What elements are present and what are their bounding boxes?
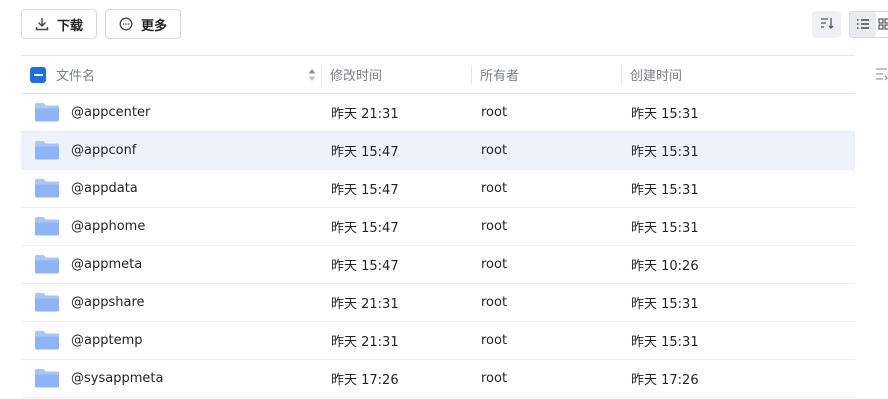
grid-view-button[interactable] [878,12,888,37]
table-body: @appcenter 昨天 21:31 root 昨天 15:31 @appconf 昨天… [21,94,855,398]
table-header: 文件名 修改时间 所有者 创建时间 [21,55,855,94]
select-all-checkbox[interactable] [30,67,46,83]
table-row[interactable]: @sysappmeta 昨天 17:26 root 昨天 17:26 [21,360,855,398]
table-row[interactable]: @appdata 昨天 15:47 root 昨天 15:31 [21,170,855,208]
file-name[interactable]: @appshare [71,284,145,321]
file-name[interactable]: @appcenter [71,94,150,131]
folder-icon [34,253,60,275]
table-row[interactable]: @appconf 昨天 15:47 root 昨天 15:31 [21,132,855,170]
more-circle-icon [119,17,133,31]
folder-icon [34,215,60,237]
file-name[interactable]: @sysappmeta [71,360,163,397]
more-label: 更多 [141,18,168,34]
folder-icon [34,139,60,161]
grid-view-icon [878,15,888,34]
table-row[interactable]: @apptemp 昨天 21:31 root 昨天 15:31 [21,322,855,360]
modified-time: 昨天 15:47 [331,221,399,236]
created-time: 昨天 15:31 [631,221,699,236]
download-label: 下载 [57,18,84,34]
column-divider[interactable] [321,65,322,85]
sort-arrows-icon[interactable] [307,66,317,84]
modified-time: 昨天 15:47 [331,259,399,274]
created-time: 昨天 10:26 [631,259,699,274]
folder-icon [34,177,60,199]
table-row[interactable]: @appmeta 昨天 15:47 root 昨天 10:26 [21,246,855,284]
folder-icon [34,101,60,123]
file-name[interactable]: @apphome [71,208,145,245]
modified-time: 昨天 17:26 [331,373,399,388]
table-row[interactable]: @appcenter 昨天 21:31 root 昨天 15:31 [21,94,855,132]
owner: root [481,257,508,272]
file-name[interactable]: @apptemp [71,322,142,359]
owner: root [481,295,508,310]
owner: root [481,143,508,158]
column-header-modified[interactable]: 修改时间 [330,56,382,93]
download-icon [35,17,49,31]
modified-time: 昨天 15:47 [331,145,399,160]
owner: root [481,181,508,196]
folder-icon [34,367,60,389]
created-time: 昨天 15:31 [631,145,699,160]
modified-time: 昨天 21:31 [331,335,399,350]
folder-icon [34,329,60,351]
created-time: 昨天 15:31 [631,107,699,122]
modified-time: 昨天 21:31 [331,107,399,122]
file-name[interactable]: @appdata [71,170,138,207]
column-header-owner[interactable]: 所有者 [480,56,519,93]
created-time: 昨天 15:31 [631,335,699,350]
created-time: 昨天 15:31 [631,183,699,198]
column-header-created[interactable]: 创建时间 [630,56,682,93]
owner: root [481,219,508,234]
list-view-button[interactable] [850,12,876,37]
modified-time: 昨天 15:47 [331,183,399,198]
owner: root [481,105,508,120]
created-time: 昨天 15:31 [631,297,699,312]
owner: root [481,371,508,386]
column-divider[interactable] [471,65,472,85]
table-row[interactable]: @appshare 昨天 21:31 root 昨天 15:31 [21,284,855,322]
column-divider[interactable] [621,65,622,85]
column-header-name[interactable]: 文件名 [56,56,95,93]
column-settings-icon[interactable] [875,66,888,81]
file-table: 文件名 修改时间 所有者 创建时间 @appcenter 昨天 21:31 root… [21,55,855,398]
created-time: 昨天 17:26 [631,373,699,388]
download-button[interactable]: 下载 [21,9,97,39]
folder-icon [34,291,60,313]
file-name[interactable]: @appmeta [71,246,142,283]
list-view-icon [856,15,870,34]
sort-icon [820,15,834,34]
owner: root [481,333,508,348]
file-name[interactable]: @appconf [71,132,136,169]
toolbar: 下载 更多 [0,0,888,50]
more-button[interactable]: 更多 [105,9,181,39]
modified-time: 昨天 21:31 [331,297,399,312]
sort-button[interactable] [812,11,841,38]
table-row[interactable]: @apphome 昨天 15:47 root 昨天 15:31 [21,208,855,246]
